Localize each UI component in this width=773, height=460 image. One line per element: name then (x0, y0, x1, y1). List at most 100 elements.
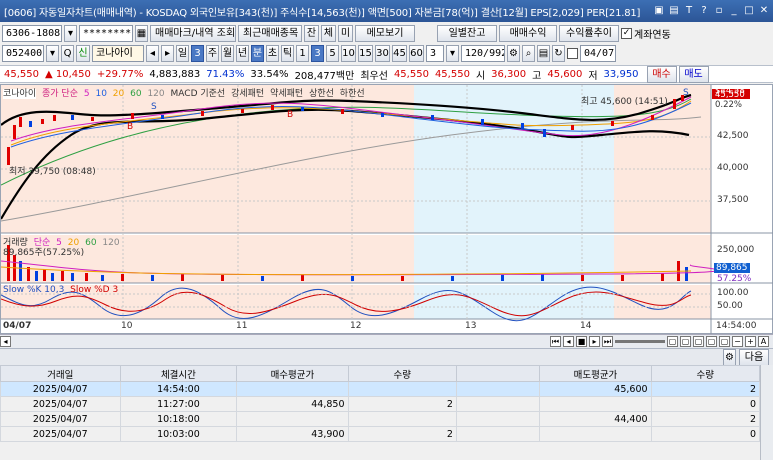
period-second[interactable]: 초 (266, 44, 279, 62)
window-title: [0606] 자동일자차트(매매내역) - KOSDAQ 외국인보유[343(천… (4, 7, 641, 19)
next-page-icon[interactable]: ▸ (589, 336, 600, 347)
minute-30[interactable]: 30 (375, 44, 390, 62)
col-buy-qty[interactable]: 수량 (347, 365, 457, 382)
col-trade-date[interactable]: 거래일 (0, 365, 121, 382)
buy-button[interactable]: 매수 (646, 65, 677, 83)
tool-icon-1[interactable]: ▢ (667, 336, 678, 347)
chart-scroll-bar[interactable]: ◂ ⏮ ◂ ■ ▸ ⏭ ▢ ▢ ▢ ▢ ▢ − + A (0, 334, 773, 348)
refresh-icon[interactable]: ↻ (552, 44, 565, 62)
tool-icon-2[interactable]: ▢ (680, 336, 691, 347)
next-stock-icon[interactable]: ▸ (161, 44, 174, 62)
keypad-icon[interactable]: ▦ (135, 24, 148, 42)
account-dropdown-icon[interactable]: ▾ (64, 24, 77, 42)
password-field[interactable]: ******** (79, 24, 133, 42)
date-checkbox[interactable] (567, 47, 578, 59)
zoom-out-icon[interactable]: − (732, 336, 743, 347)
period-day[interactable]: 일 (176, 44, 189, 62)
chart-area[interactable]: S S B B 코나아이 종가 단순 5 10 20 60 120 MACD 기… (0, 84, 773, 335)
search-icon[interactable]: Q (61, 44, 74, 62)
period-week[interactable]: 주 (206, 44, 219, 62)
maximize-icon[interactable]: □ (743, 5, 755, 17)
col-sell-qty[interactable]: 수량 (650, 365, 761, 382)
font-icon[interactable]: T (683, 5, 695, 17)
title-buttons: ▣ ▤ T ? ▫ _ □ ✕ (653, 5, 773, 17)
tool-icon-3[interactable]: ▢ (693, 336, 704, 347)
account-number-field[interactable]: 6306-1808 (2, 24, 62, 42)
period-tick[interactable]: 틱 (281, 44, 294, 62)
prev-stock-icon[interactable]: ◂ (146, 44, 159, 62)
minute-15[interactable]: 15 (358, 44, 373, 62)
all-icon[interactable]: A (758, 336, 769, 347)
interval-dropdown-icon[interactable]: ▾ (446, 44, 459, 62)
x-axis-tick-10: 10 (121, 321, 133, 331)
scroll-left-icon[interactable]: ◂ (0, 336, 11, 347)
close-icon[interactable]: ✕ (758, 5, 770, 17)
grid-vertical-scrollbar[interactable] (760, 365, 773, 460)
stop-icon[interactable]: ■ (576, 336, 587, 347)
layout-icon[interactable]: ▣ (653, 5, 665, 17)
trade-mark-query-button[interactable]: 매매마크/내역 조회 (150, 24, 236, 42)
col-blank (455, 365, 541, 382)
period-year[interactable]: 년 (236, 44, 249, 62)
restore-icon[interactable]: ▫ (713, 5, 725, 17)
period-minute[interactable]: 분 (251, 44, 264, 62)
settings-icon[interactable]: ⚙ (507, 44, 520, 62)
data-range-field[interactable]: 120/992 (461, 44, 505, 62)
stock-code-field[interactable]: 052400 (2, 44, 44, 62)
last-page-icon[interactable]: ⏭ (602, 336, 613, 347)
table-header: 거래일 체결시간 매수평균가 수량 매도평균가 수량 (0, 365, 761, 382)
list-icon[interactable]: ▤ (668, 5, 680, 17)
first-page-icon[interactable]: ⏮ (550, 336, 561, 347)
stock-name-field[interactable]: 코나아이 (92, 44, 144, 62)
unfilled-button[interactable]: 미 (338, 24, 353, 42)
minute-60[interactable]: 60 (409, 44, 424, 62)
code-dropdown-icon[interactable]: ▾ (46, 44, 59, 62)
table-row[interactable]: 2025/04/07 14:54:00 45,600 2 (0, 381, 761, 397)
sell-marker-s1: S (151, 102, 157, 112)
x-axis-tick-12: 12 (350, 321, 362, 331)
minute-1[interactable]: 1 (296, 44, 309, 62)
prev-page-icon[interactable]: ◂ (563, 336, 574, 347)
volume-axis-tick-1: 250,000 (717, 245, 755, 255)
minute-5[interactable]: 5 (326, 44, 339, 62)
grid-settings-icon[interactable]: ⚙ (723, 348, 736, 366)
col-sell-avg[interactable]: 매도평균가 (539, 365, 652, 382)
next-button[interactable]: 다음 (739, 348, 769, 366)
col-exec-time[interactable]: 체결시간 (119, 365, 238, 382)
table-row[interactable]: 2025/04/07 11:27:00 44,850 2 0 (0, 396, 761, 412)
tool-icon-4[interactable]: ▢ (706, 336, 717, 347)
trade-profit-button[interactable]: 매매수익 (499, 24, 557, 42)
zoom-icon[interactable]: ⌕ (522, 44, 535, 62)
period-day-count[interactable]: 3 (191, 44, 204, 62)
balance-button[interactable]: 잔 (304, 24, 319, 42)
save-icon[interactable]: ▤ (537, 44, 550, 62)
price-axis-current: 45,550 (715, 90, 745, 100)
help-icon[interactable]: ? (698, 5, 710, 17)
period-month[interactable]: 월 (221, 44, 234, 62)
stoch-axis-tick-2: 50.00 (717, 301, 743, 311)
low-annotation: 최저 39,750 (08:48) (9, 167, 96, 177)
minimize-icon[interactable]: _ (728, 5, 740, 17)
recent-items-button[interactable]: 최근매매종목 (238, 24, 302, 42)
table-row[interactable]: 2025/04/07 10:03:00 43,900 2 0 (0, 426, 761, 442)
interval-count-field[interactable]: 3 (426, 44, 444, 62)
sell-button[interactable]: 매도 (678, 65, 709, 83)
zoom-in-icon[interactable]: + (745, 336, 756, 347)
x-axis-date: 04/07 (3, 321, 32, 331)
low-price: 33,950 (603, 68, 639, 80)
minute-10[interactable]: 10 (341, 44, 356, 62)
date-field[interactable]: 04/07 (580, 44, 616, 62)
daily-balance-button[interactable]: 일별잔고 (437, 24, 497, 42)
tool-icon-5[interactable]: ▢ (719, 336, 730, 347)
account-link-checkbox[interactable]: ✓ (621, 27, 632, 39)
table-row[interactable]: 2025/04/07 10:18:00 44,400 2 (0, 411, 761, 427)
memo-button[interactable]: 메모보기 (355, 24, 415, 42)
return-trend-button[interactable]: 수익률추이 (559, 24, 619, 42)
stoch-legend: Slow %K 10,3 Slow %D 3 (3, 285, 119, 295)
minute-45[interactable]: 45 (392, 44, 407, 62)
executed-button[interactable]: 체 (321, 24, 336, 42)
zoom-slider[interactable] (615, 340, 665, 343)
volume-axis-current: 89,865 (714, 263, 750, 273)
minute-3[interactable]: 3 (311, 44, 324, 62)
col-buy-avg[interactable]: 매수평균가 (236, 365, 349, 382)
